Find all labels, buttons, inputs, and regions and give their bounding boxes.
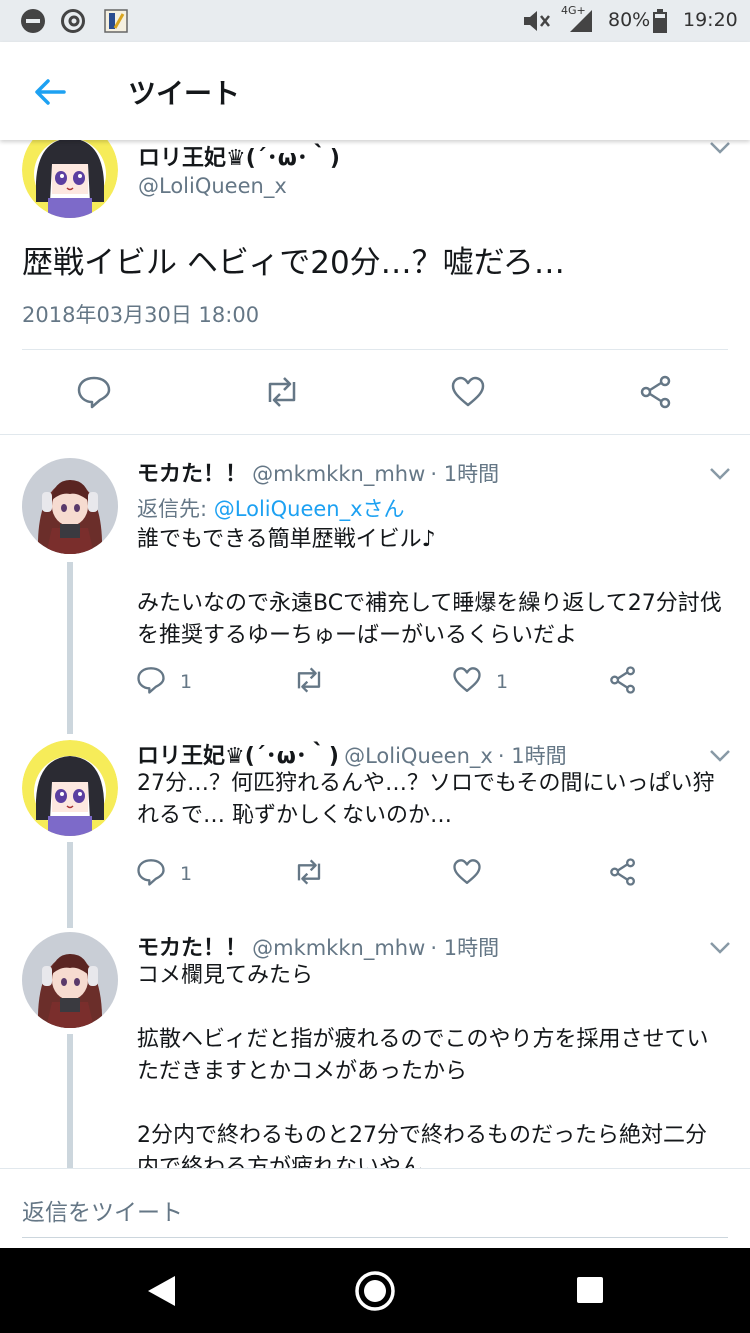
at-sign-icon: [60, 8, 86, 34]
input-underline: [22, 1237, 728, 1238]
like-icon[interactable]: [450, 374, 486, 410]
app-bar: ツイート: [0, 42, 750, 140]
tweet-time: · 1時間: [430, 462, 500, 486]
reply-count: 1: [180, 863, 193, 885]
like-count: 1: [496, 671, 509, 693]
reply-count: 1: [180, 671, 193, 693]
reply-icon[interactable]: [136, 665, 166, 695]
thread-line: [67, 562, 73, 734]
thread-line: [67, 1034, 73, 1168]
author-handle[interactable]: @LoliQueen_x: [344, 744, 493, 768]
navigation-bar: [0, 1248, 750, 1333]
page-title: ツイート: [128, 77, 241, 110]
tweet-time: · 1時間: [497, 744, 567, 768]
share-icon[interactable]: [608, 665, 638, 695]
app-notification-icon: [103, 8, 129, 34]
status-bar: 4G+ 80% 19:20: [0, 0, 750, 42]
retweet-icon[interactable]: [262, 374, 302, 410]
battery-icon: [652, 8, 668, 34]
chevron-down-icon[interactable]: [708, 140, 732, 156]
home-circle-icon[interactable]: [354, 1270, 396, 1312]
tweet-time: · 1時間: [430, 936, 500, 960]
reply-header: モカた！！ @mkmkkn_mhw · 1時間: [137, 456, 499, 488]
reply-to-handle[interactable]: @LoliQueen_xさん: [214, 497, 405, 521]
reply-input[interactable]: 返信をツイート: [22, 1193, 183, 1227]
chevron-down-icon[interactable]: [708, 466, 732, 482]
signal-icon: [568, 8, 594, 34]
reply-to: 返信先: @LoliQueen_xさん: [137, 493, 405, 523]
tweet-timestamp: 2018年03月30日 18:00: [22, 303, 260, 327]
share-icon[interactable]: [608, 857, 638, 887]
avatar[interactable]: [22, 932, 118, 1028]
chevron-down-icon[interactable]: [708, 748, 732, 764]
clock: 19:20: [683, 9, 738, 31]
mute-icon: [522, 8, 550, 34]
reply-icon[interactable]: [76, 374, 112, 410]
author-name[interactable]: モカた！！: [137, 936, 247, 961]
author-handle[interactable]: @mkmkkn_mhw: [252, 462, 425, 486]
author-handle[interactable]: @LoliQueen_x: [138, 174, 287, 198]
avatar[interactable]: [22, 458, 118, 554]
tweet-text: 歴戦イビル ヘビィで20分…？嘘だろ…: [22, 245, 565, 281]
back-triangle-icon[interactable]: [145, 1274, 177, 1308]
tweet-text: 27分…？何匹狩れるんや…？ソロでもその間にいっぱい狩れるで… 恥ずかしくないの…: [137, 771, 715, 828]
reply-header: モカた！！ @mkmkkn_mhw · 1時間: [137, 930, 499, 962]
author-name[interactable]: ロリ王妃♛(´･ω･｀): [137, 744, 339, 769]
recents-square-icon[interactable]: [576, 1276, 604, 1304]
do-not-disturb-icon: [20, 8, 46, 34]
battery-percent: 80%: [608, 9, 651, 31]
divider: [22, 349, 728, 350]
thread-line: [67, 842, 73, 928]
reply-to-label: 返信先:: [137, 497, 214, 521]
author-name[interactable]: モカた！！: [137, 462, 247, 487]
share-icon[interactable]: [638, 374, 674, 410]
like-icon[interactable]: [452, 665, 482, 695]
author-name[interactable]: ロリ王妃♛(´･ω･｀): [138, 140, 340, 172]
retweet-icon[interactable]: [292, 857, 326, 887]
tweet-text: コメ欄見てみたら 拡散ヘビィだと指が疲れるのでこのやり方を採用させていただきます…: [137, 963, 709, 1168]
divider: [0, 434, 750, 435]
arrow-left-icon[interactable]: [30, 72, 70, 112]
reply-composer[interactable]: 返信をツイート: [0, 1168, 750, 1248]
author-handle[interactable]: @mkmkkn_mhw: [252, 936, 425, 960]
avatar[interactable]: [22, 740, 118, 836]
reply-header: ロリ王妃♛(´･ω･｀) @LoliQueen_x · 1時間: [137, 738, 567, 770]
like-icon[interactable]: [452, 857, 482, 887]
chevron-down-icon[interactable]: [708, 940, 732, 956]
tweet-text: 誰でもできる簡単歴戦イビル♪ みたいなので永遠BCで補充して睡爆を繰り返して27…: [137, 527, 722, 648]
reply-icon[interactable]: [136, 857, 166, 887]
retweet-icon[interactable]: [292, 665, 326, 695]
